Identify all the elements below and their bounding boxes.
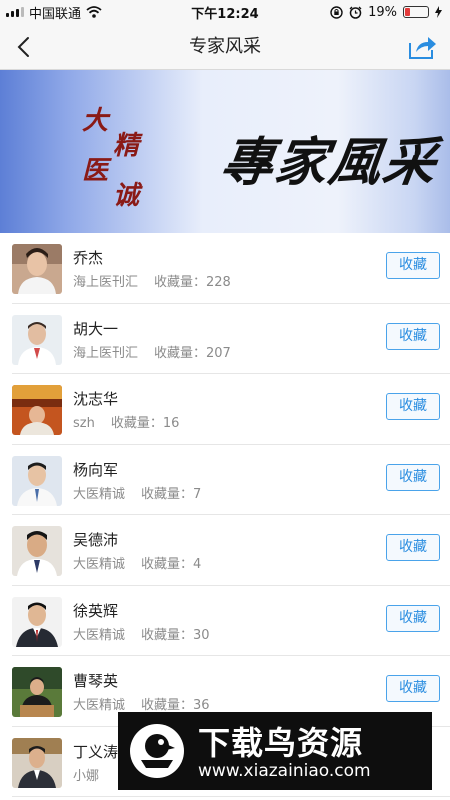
expert-row[interactable]: 胡大一 海上医刊汇 收藏量：207 收藏 bbox=[12, 304, 450, 374]
expert-fav-count: 收藏量：36 bbox=[141, 698, 210, 713]
expert-row[interactable]: 杨向军 大医精诚 收藏量：7 收藏 bbox=[12, 445, 450, 515]
avatar bbox=[12, 244, 62, 294]
battery-percent: 19% bbox=[368, 4, 397, 20]
nav-bar: 专家风采 bbox=[0, 24, 450, 70]
avatar bbox=[12, 526, 62, 576]
favorite-button[interactable]: 收藏 bbox=[386, 534, 440, 561]
favorite-button[interactable]: 收藏 bbox=[386, 604, 440, 632]
avatar bbox=[12, 385, 62, 435]
banner-calligraphy-char: 诚 bbox=[113, 181, 140, 211]
expert-row[interactable]: 吴德沛 大医精诚 收藏量：4 收藏 bbox=[12, 515, 450, 586]
favorite-button[interactable]: 收藏 bbox=[386, 675, 440, 702]
expert-name: 胡大一 bbox=[73, 319, 119, 338]
favorite-button[interactable]: 收藏 bbox=[386, 322, 440, 350]
watermark-overlay: 下载鸟资源 www.xiazainiao.com bbox=[118, 712, 432, 790]
battery-level-fill bbox=[405, 8, 410, 16]
avatar bbox=[12, 455, 62, 506]
expert-meta: 大医精诚 收藏量：4 bbox=[73, 553, 201, 572]
lock-rotation-icon bbox=[330, 5, 343, 19]
expert-source: 大医精诚 bbox=[73, 486, 126, 502]
expert-source: 海上医刊汇 bbox=[73, 275, 139, 290]
expert-name: 丁义涛 bbox=[73, 742, 119, 761]
expert-name: 曹琴英 bbox=[73, 672, 119, 690]
expert-fav-count: 收藏量：30 bbox=[141, 627, 210, 643]
battery-icon bbox=[403, 6, 429, 18]
expert-row[interactable]: 沈志华 szh 收藏量：16 收藏 bbox=[12, 374, 450, 445]
avatar bbox=[12, 667, 62, 717]
expert-row[interactable]: 乔杰 海上医刊汇 收藏量：228 收藏 bbox=[12, 233, 450, 304]
expert-name: 乔杰 bbox=[73, 249, 104, 267]
expert-fav-count: 收藏量：207 bbox=[154, 345, 231, 361]
expert-source: 大医精诚 bbox=[73, 698, 126, 713]
favorite-button[interactable]: 收藏 bbox=[386, 252, 440, 279]
charging-bolt-icon bbox=[435, 6, 442, 18]
expert-row[interactable]: 徐英辉 大医精诚 收藏量：30 收藏 bbox=[12, 586, 450, 656]
avatar bbox=[12, 596, 62, 647]
status-right: 19% bbox=[330, 5, 442, 20]
banner-calligraphy-char: 精 bbox=[113, 131, 140, 161]
expert-meta: 大医精诚 收藏量：36 bbox=[73, 694, 210, 713]
expert-source: szh bbox=[73, 416, 95, 431]
page-title: 专家风采 bbox=[189, 36, 261, 57]
favorite-button[interactable]: 收藏 bbox=[386, 393, 440, 420]
bird-logo-icon bbox=[130, 724, 184, 778]
expert-fav-count: 收藏量：7 bbox=[141, 486, 202, 502]
expert-meta: 海上医刊汇 收藏量：228 bbox=[73, 271, 231, 290]
banner-title: 專家風采 bbox=[217, 132, 442, 193]
avatar bbox=[12, 737, 62, 788]
expert-meta: 大医精诚 收藏量：7 bbox=[73, 483, 201, 502]
favorite-button[interactable]: 收藏 bbox=[386, 463, 440, 491]
watermark-title: 下载鸟资源 bbox=[198, 724, 364, 762]
expert-source: 海上医刊汇 bbox=[73, 345, 139, 361]
expert-meta: 小娜 bbox=[73, 765, 115, 784]
alarm-icon bbox=[349, 6, 362, 19]
expert-meta: 大医精诚 收藏量：30 bbox=[73, 624, 210, 643]
share-icon[interactable] bbox=[406, 32, 438, 62]
expert-fav-count: 收藏量：4 bbox=[141, 557, 202, 572]
expert-banner: 大 医 精 诚 專家風采 bbox=[0, 70, 450, 233]
avatar bbox=[12, 314, 62, 365]
expert-source: 小娜 bbox=[73, 768, 100, 784]
expert-meta: szh 收藏量：16 bbox=[73, 412, 179, 431]
expert-fav-count: 收藏量：16 bbox=[110, 416, 180, 431]
expert-source: 大医精诚 bbox=[73, 627, 126, 643]
expert-name: 徐英辉 bbox=[73, 601, 119, 620]
expert-name: 吴德沛 bbox=[73, 531, 119, 549]
banner-calligraphy-char: 大 bbox=[82, 106, 109, 136]
expert-source: 大医精诚 bbox=[73, 557, 126, 572]
expert-name: 沈志华 bbox=[73, 390, 119, 408]
expert-name: 杨向军 bbox=[73, 460, 119, 479]
watermark-url: www.xiazainiao.com bbox=[198, 761, 371, 781]
banner-calligraphy-char: 医 bbox=[82, 156, 109, 186]
expert-meta: 海上医刊汇 收藏量：207 bbox=[73, 342, 231, 361]
expert-fav-count: 收藏量：228 bbox=[154, 275, 231, 290]
status-bar: 中国联通 下午12:24 19% bbox=[0, 0, 450, 24]
